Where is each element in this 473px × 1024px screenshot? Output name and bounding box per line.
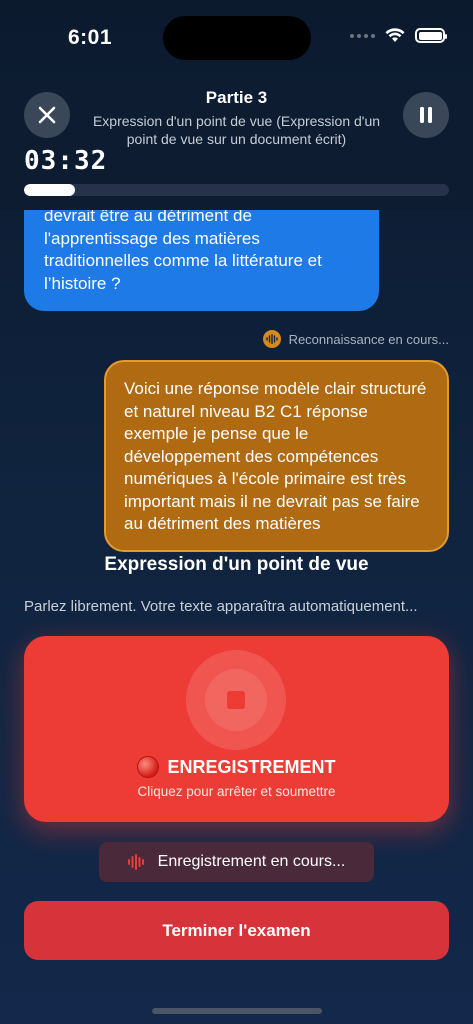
wifi-icon (385, 28, 405, 42)
pause-icon (420, 107, 432, 123)
recording-label-text: ENREGISTREMENT (167, 756, 336, 777)
finish-exam-button[interactable]: Terminer l'examen (24, 901, 449, 960)
red-circle-icon (137, 756, 160, 778)
question-text: devrait être au détriment de l'apprentis… (44, 210, 322, 293)
recording-status-pill: Enregistrement en cours... (99, 842, 374, 882)
recording-label: ENREGISTREMENT (24, 756, 449, 778)
status-bar: 6:01 (0, 0, 473, 80)
waveform-icon (262, 330, 281, 348)
battery-icon (415, 28, 447, 43)
waveform-icon (127, 854, 144, 870)
stop-record-icon (186, 650, 286, 750)
countdown-timer: 03:32 (24, 146, 108, 176)
recognition-text: Reconnaissance en cours... (288, 331, 449, 347)
pause-button[interactable] (403, 92, 449, 138)
section-title: Expression d'un point de vue (104, 554, 369, 575)
stop-recording-button[interactable]: ENREGISTREMENT Cliquez pour arrêter et s… (24, 636, 449, 822)
progress-fill (24, 184, 75, 196)
recording-sublabel: Cliquez pour arrêter et soumettre (137, 784, 336, 799)
transcript-area[interactable]: devrait être au détriment de l'apprentis… (0, 210, 473, 553)
instruction-hint: Parlez librement. Votre texte apparaîtra… (24, 598, 418, 615)
dynamic-island (163, 16, 311, 60)
question-bubble: devrait être au détriment de l'apprentis… (24, 210, 379, 311)
close-button[interactable] (24, 92, 70, 138)
exam-header: Partie 3 Expression d'un point de vue (E… (0, 80, 473, 210)
home-indicator[interactable] (152, 1008, 322, 1014)
status-icons (350, 28, 447, 43)
recording-status-text: Enregistrement en cours... (157, 853, 346, 870)
answer-bubble: Voici une réponse modèle clair structuré… (104, 360, 449, 552)
time-progress-bar (24, 184, 449, 196)
recognition-indicator: Reconnaissance en cours... (262, 330, 449, 348)
close-icon (38, 106, 56, 124)
status-time: 6:01 (68, 26, 113, 49)
signal-icon (350, 33, 375, 38)
answer-text: Voici une réponse modèle clair structuré… (124, 379, 427, 533)
part-title: Partie 3 (205, 88, 268, 107)
part-subtitle: Expression d'un point de vue (Expression… (92, 113, 381, 147)
